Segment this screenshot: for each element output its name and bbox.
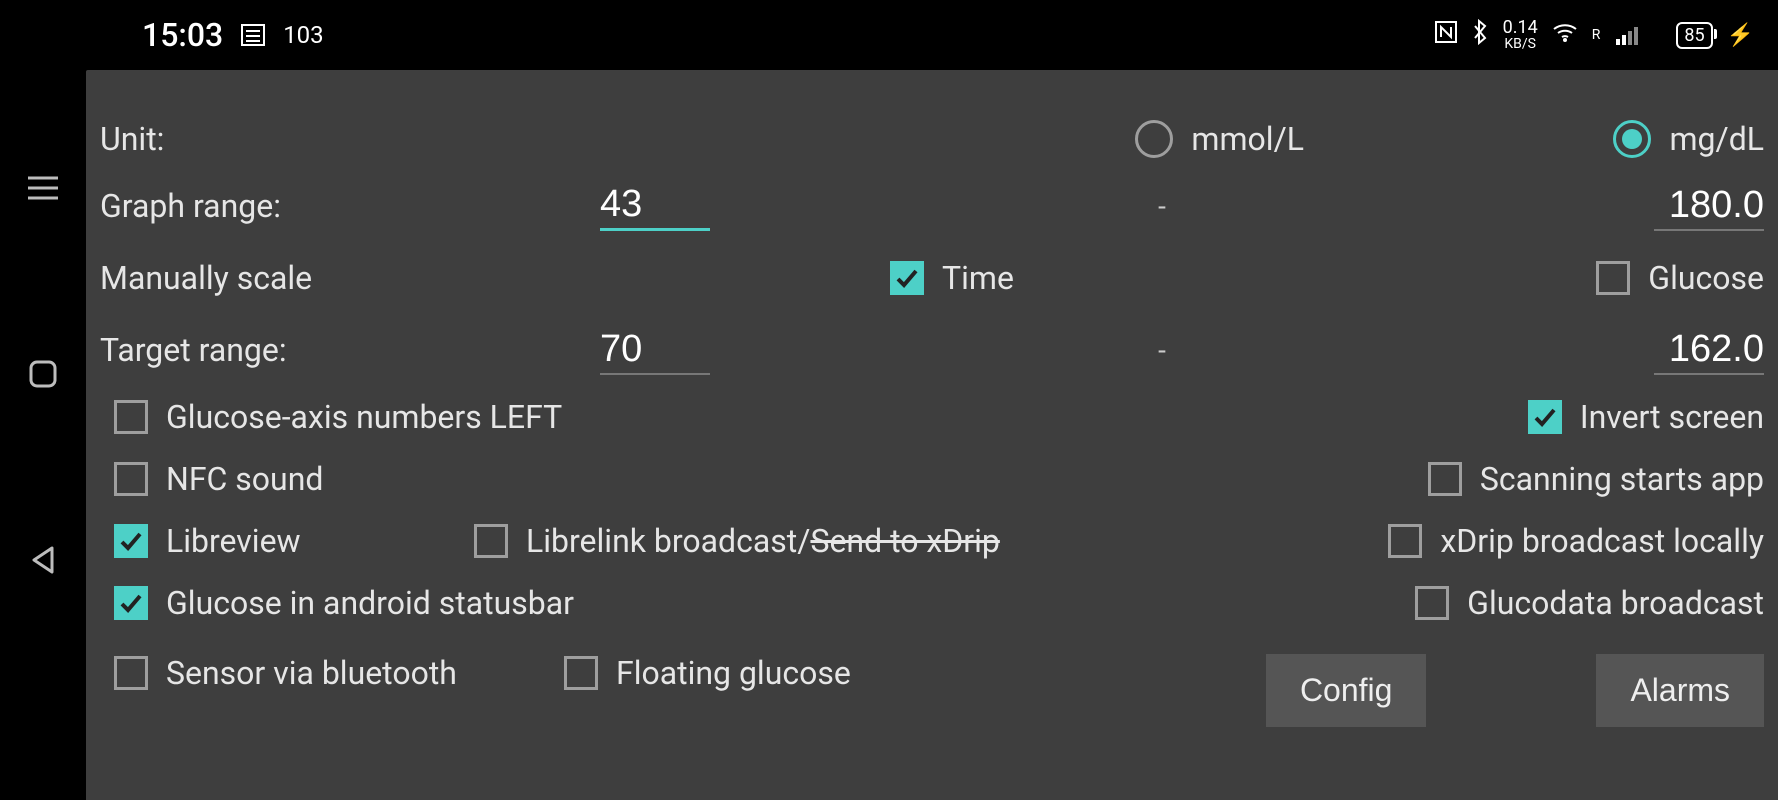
manual-scale-time-checkbox[interactable]: Time bbox=[890, 259, 1014, 297]
manual-scale-label: Manually scale bbox=[100, 259, 312, 297]
charging-icon: ⚡ bbox=[1727, 23, 1754, 48]
status-bar: 15:03 103 0.14 KB/S R 85 ⚡ bbox=[86, 0, 1778, 70]
notification-count: 103 bbox=[283, 21, 323, 49]
battery-indicator: 85 bbox=[1676, 22, 1712, 49]
glucose-statusbar-checkbox[interactable]: Glucose in android statusbar bbox=[114, 584, 574, 622]
nfc-sound-checkbox[interactable]: NFC sound bbox=[114, 460, 323, 498]
menu-icon[interactable] bbox=[25, 170, 61, 206]
librelink-broadcast-checkbox[interactable]: Librelink broadcast/Send to xDrip bbox=[474, 522, 1000, 560]
nfc-icon bbox=[1435, 21, 1457, 49]
graph-range-min-input[interactable] bbox=[600, 181, 710, 231]
notification-icon bbox=[241, 24, 265, 46]
target-range-label: Target range: bbox=[100, 331, 287, 369]
config-button[interactable]: Config bbox=[1266, 654, 1427, 727]
unit-radio-mmol[interactable]: mmol/L bbox=[1135, 120, 1304, 158]
target-range-min-input[interactable] bbox=[600, 326, 710, 375]
wifi-icon bbox=[1552, 21, 1578, 49]
system-nav-rail bbox=[0, 0, 86, 800]
signal-icon bbox=[1616, 25, 1638, 45]
sensor-bluetooth-checkbox[interactable]: Sensor via bluetooth bbox=[114, 654, 564, 692]
manual-scale-glucose-checkbox[interactable]: Glucose bbox=[1596, 259, 1764, 297]
unit-label: Unit: bbox=[100, 120, 164, 158]
range-separator: - bbox=[1158, 190, 1166, 223]
alarms-button[interactable]: Alarms bbox=[1596, 654, 1764, 727]
scanning-starts-app-checkbox[interactable]: Scanning starts app bbox=[1428, 460, 1764, 498]
target-range-max-input[interactable] bbox=[1654, 326, 1764, 375]
libreview-checkbox[interactable]: Libreview bbox=[114, 522, 474, 560]
graph-range-label: Graph range: bbox=[100, 187, 281, 225]
network-speed: 0.14 KB/S bbox=[1503, 19, 1538, 51]
settings-panel: Unit: mmol/L mg/dL Graph range: - bbox=[86, 70, 1778, 800]
floating-glucose-checkbox[interactable]: Floating glucose bbox=[564, 654, 851, 692]
invert-screen-checkbox[interactable]: Invert screen bbox=[1528, 398, 1764, 436]
bluetooth-icon bbox=[1471, 19, 1489, 51]
range-separator: - bbox=[1158, 334, 1166, 367]
status-time: 15:03 bbox=[142, 16, 223, 54]
overview-icon[interactable] bbox=[25, 356, 61, 392]
back-icon[interactable] bbox=[25, 542, 61, 578]
xdrip-broadcast-checkbox[interactable]: xDrip broadcast locally bbox=[1388, 522, 1764, 560]
glucodata-broadcast-checkbox[interactable]: Glucodata broadcast bbox=[1415, 584, 1764, 622]
graph-range-max-input[interactable] bbox=[1654, 182, 1764, 231]
unit-radio-mgdl[interactable]: mg/dL bbox=[1613, 120, 1764, 158]
glucose-axis-left-checkbox[interactable]: Glucose-axis numbers LEFT bbox=[114, 398, 562, 436]
roaming-label: R bbox=[1592, 27, 1601, 43]
